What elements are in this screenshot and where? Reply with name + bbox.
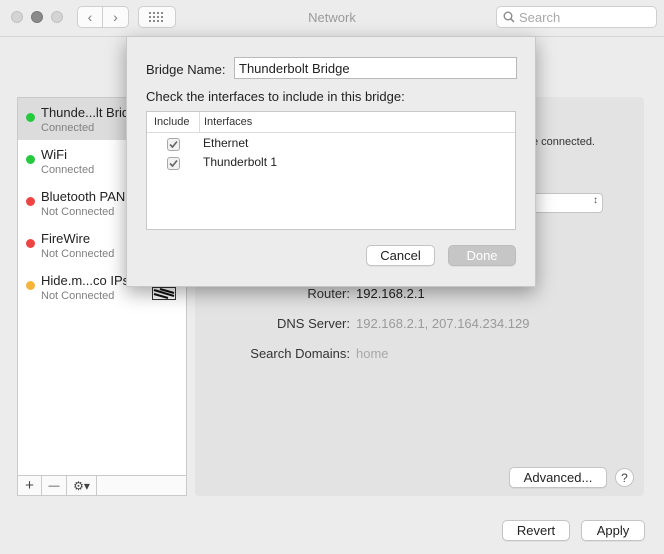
status-dot <box>26 197 35 206</box>
revert-button[interactable]: Revert <box>502 520 570 541</box>
table-row: Ethernet <box>147 134 515 153</box>
remove-service-button[interactable]: — <box>42 476 67 495</box>
plus-icon: + <box>25 477 34 494</box>
search-field[interactable]: Search <box>496 6 657 28</box>
add-service-button[interactable]: + <box>18 476 42 495</box>
service-name: WiFi <box>41 147 67 162</box>
vpn-icon <box>152 287 176 300</box>
column-header-interfaces[interactable]: Interfaces <box>200 112 515 133</box>
service-name: Bluetooth PAN <box>41 189 126 204</box>
service-status: Not Connected <box>41 248 115 260</box>
advanced-button[interactable]: Advanced... <box>509 467 607 488</box>
minus-icon: — <box>48 479 60 492</box>
checkmark-icon <box>169 159 178 168</box>
search-placeholder: Search <box>519 10 561 25</box>
column-header-include[interactable]: Include <box>147 112 200 133</box>
status-text: e connected. <box>532 136 595 148</box>
status-dot <box>26 155 35 164</box>
service-status: Not Connected <box>41 290 115 302</box>
status-dot <box>26 113 35 122</box>
title-bar: ‹ › Network Search <box>0 0 664 37</box>
interface-name: Ethernet <box>203 136 249 150</box>
dns-server-value: 192.168.2.1, 207.164.234.129 <box>356 316 530 331</box>
interfaces-table: Include Interfaces Ethernet Thunderbolt … <box>146 111 516 230</box>
service-name: FireWire <box>41 231 91 246</box>
status-dot <box>26 239 35 248</box>
router-value: 192.168.2.1 <box>356 286 425 301</box>
bridge-name-label: Bridge Name: <box>146 62 226 77</box>
search-icon <box>503 11 515 23</box>
search-domains-label: Search Domains: <box>250 346 350 361</box>
status-dot <box>26 281 35 290</box>
bridge-sheet: Bridge Name: Thunderbolt Bridge Check th… <box>126 36 536 287</box>
service-status: Connected <box>41 122 95 134</box>
bridge-name-value: Thunderbolt Bridge <box>239 61 350 76</box>
bridge-name-field[interactable]: Thunderbolt Bridge <box>234 57 517 79</box>
service-status: Not Connected <box>41 206 115 218</box>
include-checkbox[interactable] <box>167 138 180 151</box>
search-domains-value: home <box>356 346 389 361</box>
dns-server-label: DNS Server: <box>277 316 350 331</box>
service-list-toolbar: + — ⚙▾ <box>18 475 186 495</box>
action-menu-button[interactable]: ⚙▾ <box>67 476 97 495</box>
cancel-button[interactable]: Cancel <box>366 245 435 266</box>
done-button[interactable]: Done <box>448 245 516 266</box>
router-label: Router: <box>307 286 350 301</box>
include-checkbox[interactable] <box>167 157 180 170</box>
gear-icon: ⚙▾ <box>73 478 90 493</box>
interface-name: Thunderbolt 1 <box>203 155 278 169</box>
checkmark-icon <box>169 140 178 149</box>
apply-button[interactable]: Apply <box>581 520 645 541</box>
table-row: Thunderbolt 1 <box>147 153 515 172</box>
chevron-updown-icon: ↕ <box>593 195 598 206</box>
service-status: Connected <box>41 164 95 176</box>
help-button[interactable]: ? <box>615 468 634 487</box>
instruction-text: Check the interfaces to include in this … <box>146 89 405 104</box>
